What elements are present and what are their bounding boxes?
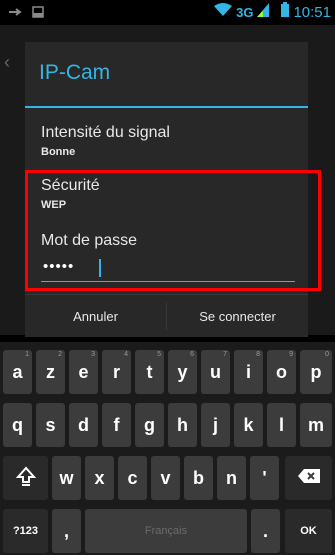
key-v[interactable]: v: [151, 456, 180, 500]
key-label: y: [177, 361, 188, 382]
key-label: a: [12, 361, 23, 382]
keyboard-row-1: a1 z2 e3 r4 t5 y6 u7 i8 o9 p0: [0, 350, 335, 403]
key-k[interactable]: k: [234, 403, 263, 447]
security-label: Sécurité: [41, 177, 100, 194]
password-label: Mot de passe: [41, 232, 138, 249]
soft-keyboard: a1 z2 e3 r4 t5 y6 u7 i8 o9 p0 q s d f g …: [0, 342, 335, 555]
dialog-title: IP-Cam: [39, 61, 111, 84]
network-type: 3G: [236, 4, 254, 20]
key-apostrophe[interactable]: ': [250, 456, 279, 500]
key-hint: 8: [256, 351, 260, 358]
screenshot-icon: [32, 5, 44, 23]
cancel-button[interactable]: Annuler: [25, 295, 166, 338]
key-r[interactable]: r4: [102, 350, 131, 394]
signal-strength-value: Bonne: [41, 146, 76, 158]
status-bar: 3G 10:51: [0, 0, 335, 25]
key-w[interactable]: w: [52, 456, 81, 500]
key-label: p: [310, 361, 322, 382]
key-j[interactable]: j: [201, 403, 230, 447]
key-d[interactable]: d: [69, 403, 98, 447]
shift-key[interactable]: [3, 456, 48, 500]
key-label: i: [245, 361, 251, 382]
key-hint: 3: [91, 351, 95, 358]
keyboard-row-4: ?123 , Français . OK: [0, 509, 335, 555]
key-hint: 2: [58, 351, 62, 358]
key-x[interactable]: x: [85, 456, 114, 500]
key-f[interactable]: f: [102, 403, 131, 447]
password-field[interactable]: •••••: [41, 256, 295, 282]
key-t[interactable]: t5: [135, 350, 164, 394]
wifi-icon: [214, 2, 233, 22]
key-hint: 6: [190, 351, 194, 358]
text-cursor: [99, 259, 101, 277]
password-underline: [41, 281, 295, 282]
key-label: z: [46, 361, 55, 382]
dialog-button-bar: Annuler Se connecter: [25, 294, 308, 337]
comma-key[interactable]: ,: [52, 509, 81, 553]
password-value: •••••: [43, 258, 75, 275]
key-hint: 5: [157, 351, 161, 358]
key-label: t: [146, 361, 153, 382]
key-label: e: [78, 361, 89, 382]
key-e[interactable]: e3: [69, 350, 98, 394]
key-q[interactable]: q: [3, 403, 32, 447]
space-key[interactable]: Français: [85, 509, 247, 553]
keyboard-row-2: q s d f g h j k l m: [0, 403, 335, 456]
wifi-connect-dialog: IP-Cam Intensité du signal Bonne Sécurit…: [25, 42, 308, 337]
key-g[interactable]: g: [135, 403, 164, 447]
key-n[interactable]: n: [217, 456, 246, 500]
key-hint: 0: [325, 351, 329, 358]
battery-icon: [281, 2, 290, 22]
keyboard-row-3: w x c v b n ': [0, 456, 335, 509]
backspace-icon: [297, 468, 321, 489]
shift-icon: [15, 465, 36, 491]
security-value: WEP: [41, 199, 67, 211]
ok-key[interactable]: OK: [285, 509, 332, 553]
key-u[interactable]: u7: [201, 350, 230, 394]
key-s[interactable]: s: [36, 403, 65, 447]
signal-strength-label: Intensité du signal: [41, 124, 170, 141]
signal-icon: [257, 2, 270, 22]
key-label: o: [276, 361, 287, 382]
backspace-key[interactable]: [285, 456, 332, 500]
key-a[interactable]: a1: [3, 350, 32, 394]
key-m[interactable]: m: [300, 403, 332, 447]
key-i[interactable]: i8: [234, 350, 263, 394]
key-b[interactable]: b: [184, 456, 213, 500]
title-divider: [25, 106, 308, 108]
clock: 10:51: [293, 3, 331, 21]
usb-icon: [8, 5, 22, 23]
key-y[interactable]: y6: [168, 350, 197, 394]
key-p[interactable]: p0: [300, 350, 332, 394]
key-hint: 9: [289, 351, 293, 358]
period-key[interactable]: .: [251, 509, 280, 553]
key-o[interactable]: o9: [267, 350, 296, 394]
key-l[interactable]: l: [267, 403, 296, 447]
key-label: r: [112, 361, 120, 382]
key-hint: 7: [223, 351, 227, 358]
key-hint: 1: [25, 351, 29, 358]
key-label: u: [210, 361, 221, 382]
key-z[interactable]: z2: [36, 350, 65, 394]
symbols-key[interactable]: ?123: [3, 509, 48, 553]
key-hint: 4: [124, 351, 128, 358]
key-c[interactable]: c: [118, 456, 147, 500]
key-h[interactable]: h: [168, 403, 197, 447]
connect-button[interactable]: Se connecter: [167, 295, 308, 338]
back-chevron-icon: ‹: [4, 52, 10, 72]
